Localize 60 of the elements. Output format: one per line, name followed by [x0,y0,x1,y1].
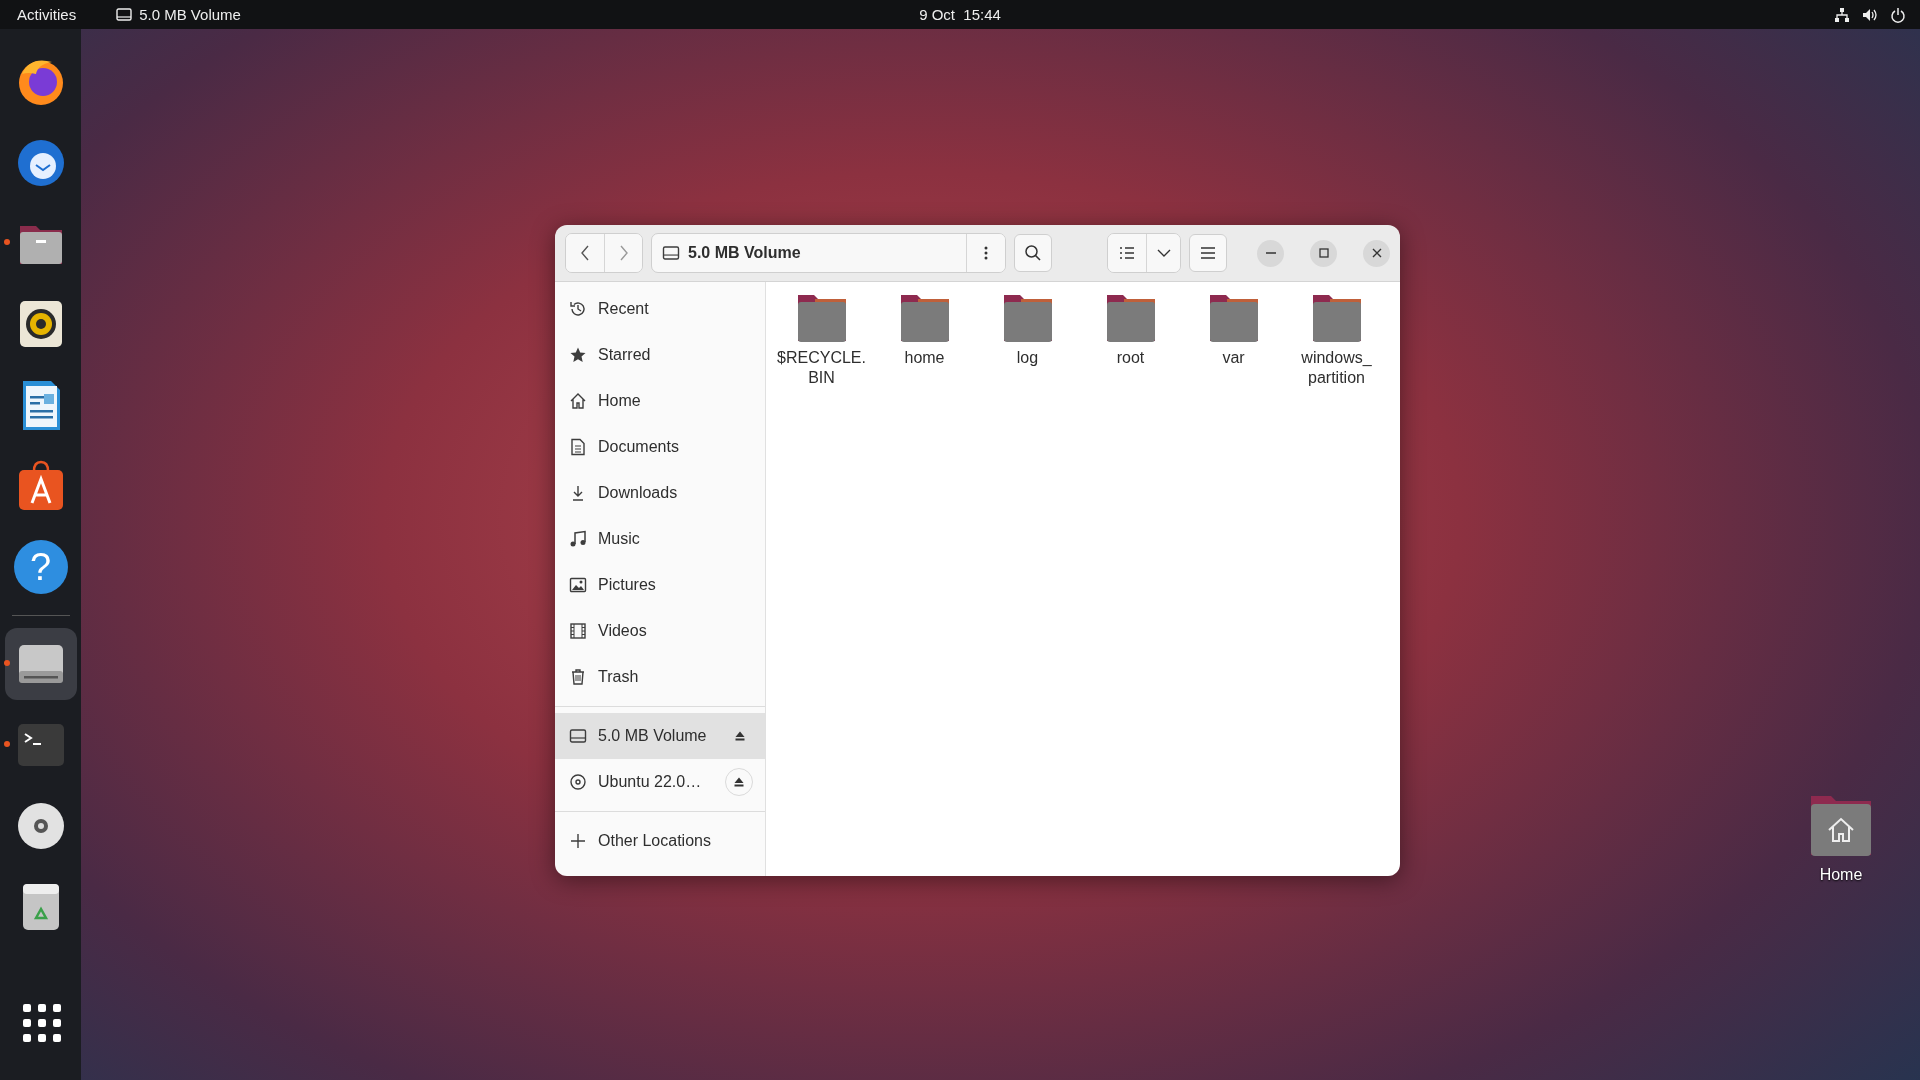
sidebar-item[interactable]: Other Locations [555,818,765,864]
maximize-button[interactable] [1310,239,1337,267]
folder-item[interactable]: var [1182,292,1285,368]
picture-icon [569,576,587,594]
recent-icon [569,300,587,318]
minimize-icon [1265,252,1276,254]
folder-item[interactable]: windows_partition [1285,292,1388,388]
plus-icon [569,832,587,850]
sidebar-item[interactable]: Trash [555,654,765,700]
folder-item[interactable]: $RECYCLE.BIN [770,292,873,388]
kebab-icon [984,245,988,261]
search-button[interactable] [1014,234,1052,272]
menu-icon [1200,246,1216,260]
sidebar-item[interactable]: Home [555,378,765,424]
video-icon [569,622,587,640]
sidebar-item[interactable]: Documents [555,424,765,470]
sidebar-item[interactable]: Videos [555,608,765,654]
chevron-left-icon [579,244,591,262]
running-indicator [3,239,10,245]
sidebar-item[interactable]: Music [555,516,765,562]
sidebar-item[interactable]: Starred [555,332,765,378]
music-icon [569,530,587,548]
help-icon: ? [13,540,68,594]
document-icon [569,438,587,456]
sidebar-item[interactable]: Downloads [555,470,765,516]
app-menu[interactable]: 5.0 MB Volume [116,6,241,23]
sidebar-item[interactable]: 5.0 MB Volume [555,713,765,759]
folder-item[interactable]: log [976,292,1079,368]
chevron-down-icon [1156,249,1171,257]
sidebar-item[interactable]: Recent [555,286,765,332]
search-icon [1024,244,1042,262]
list-icon [1119,246,1135,260]
menu-button[interactable] [1189,234,1227,272]
running-indicator [3,741,10,747]
folder-item[interactable]: home [873,292,976,368]
dock-item[interactable] [4,628,77,700]
home-folder-icon [1809,794,1873,858]
folder-item[interactable]: root [1079,292,1182,368]
app-grid-icon [20,1002,61,1042]
chevron-right-icon [617,244,630,262]
sidebar-item[interactable]: Pictures [555,562,765,608]
drive-icon [116,7,133,22]
eject-icon [735,731,745,741]
sidebar-item[interactable]: Ubuntu 22.0… [555,759,765,805]
network-icon[interactable] [1834,6,1850,23]
star-icon [569,346,587,364]
disc-icon [569,773,587,791]
running-indicator [3,660,10,666]
maximize-icon [1318,248,1329,258]
power-icon [1890,6,1906,23]
clock[interactable]: 9 Oct 15:44 [919,6,1001,23]
home-icon [569,392,587,410]
drive-icon [569,727,587,745]
trash-icon [569,668,587,686]
close-button[interactable] [1363,239,1390,267]
drive-icon [662,244,680,262]
activities-button[interactable]: Activities [17,6,77,23]
eject-icon [734,777,744,787]
minimize-button[interactable] [1257,239,1284,267]
close-icon [1371,248,1382,258]
